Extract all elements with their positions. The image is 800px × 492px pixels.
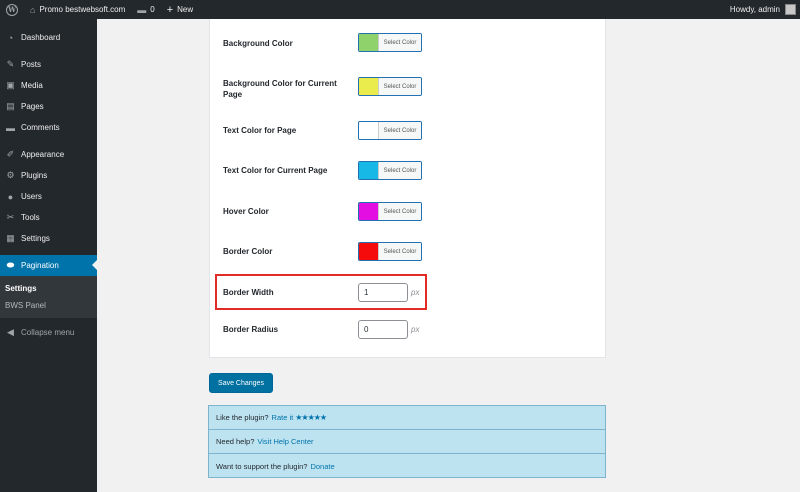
plugin-info-box: Like the plugin? Rate it ★★★★★ Need help… <box>208 405 606 478</box>
select-color-label: Select Color <box>378 203 421 220</box>
select-color-label: Select Color <box>378 162 421 179</box>
comments-link[interactable]: ▬ 0 <box>131 0 160 19</box>
site-name: Promo bestwebsoft.com <box>39 5 126 14</box>
select-color-label: Select Color <box>378 78 421 95</box>
sidebar-item-tools[interactable]: ✂ Tools <box>0 207 97 228</box>
collapse-label: Collapse menu <box>21 328 75 337</box>
sidebar-item-users[interactable]: ● Users <box>0 186 97 207</box>
color-swatch <box>359 203 378 220</box>
comment-bubble-icon: ▬ <box>137 4 147 15</box>
plugin-icon: ⚙ <box>6 170 15 180</box>
sidebar-item-label: Pages <box>21 102 44 111</box>
collapse-menu-button[interactable]: ◀ Collapse menu <box>0 322 97 343</box>
color-swatch <box>359 162 378 179</box>
sidebar-item-pages[interactable]: ▤ Pages <box>0 96 97 117</box>
comments-count: 0 <box>150 5 155 14</box>
donate-link[interactable]: Donate <box>310 462 334 471</box>
pin-icon: ✎ <box>6 59 15 69</box>
comment-icon: ▬ <box>6 122 15 133</box>
rating-stars[interactable]: ★★★★★ <box>295 413 327 422</box>
rate-row: Like the plugin? Rate it ★★★★★ <box>209 406 605 430</box>
background-color-current-picker[interactable]: Select Color <box>358 77 422 96</box>
home-icon: ⌂ <box>30 4 36 15</box>
brush-icon: ✐ <box>6 149 15 159</box>
sidebar-item-dashboard[interactable]: ◔ Dashboard <box>0 27 97 48</box>
sidebar-item-label: Tools <box>21 213 40 222</box>
site-name-link[interactable]: ⌂ Promo bestwebsoft.com <box>24 0 131 19</box>
sidebar-item-settings[interactable]: ▦ Settings <box>0 228 97 249</box>
border-color-picker[interactable]: Select Color <box>358 242 422 261</box>
color-swatch <box>359 122 378 139</box>
support-text: Want to support the plugin? <box>216 461 308 471</box>
highlight-box <box>215 274 427 310</box>
account-menu[interactable]: Howdy, admin <box>730 4 800 15</box>
sidebar-item-label: Appearance <box>21 150 65 159</box>
border-radius-label: Border Radius <box>223 325 279 334</box>
admin-bar: W ⌂ Promo bestwebsoft.com ▬ 0 + New Howd… <box>0 0 800 19</box>
sidebar-item-label: Plugins <box>21 171 48 180</box>
new-content-button[interactable]: + New <box>161 0 199 19</box>
color-swatch <box>359 78 378 95</box>
sidebar-item-posts[interactable]: ✎ Posts <box>0 54 97 75</box>
help-row: Need help? Visit Help Center <box>209 430 605 454</box>
support-row: Want to support the plugin? Donate <box>209 454 605 478</box>
select-color-label: Select Color <box>378 122 421 139</box>
background-color-current-label: Background Color for Current Page <box>223 79 337 99</box>
sidebar-item-comments[interactable]: ▬ Comments <box>0 117 97 138</box>
sidebar-item-appearance[interactable]: ✐ Appearance <box>0 144 97 165</box>
text-color-picker[interactable]: Select Color <box>358 121 422 140</box>
hover-color-label: Hover Color <box>223 207 269 216</box>
sidebar-item-label: Posts <box>21 60 42 69</box>
wrench-icon: ✂ <box>6 212 15 222</box>
color-swatch <box>359 34 378 51</box>
save-changes-button[interactable]: Save Changes <box>209 373 273 393</box>
admin-sidebar: ◔ Dashboard ✎ Posts ▣ Media ▤ Pages ▬ Co… <box>0 19 97 492</box>
sidebar-item-pagination[interactable]: ⬬ Pagination <box>0 255 97 276</box>
sidebar-item-label: Pagination <box>21 261 59 270</box>
rate-link[interactable]: Rate it <box>272 413 294 422</box>
select-color-label: Select Color <box>378 243 421 260</box>
rate-text: Like the plugin? <box>216 413 269 422</box>
dashboard-icon: ◔ <box>7 32 14 43</box>
collapse-icon: ◀ <box>7 327 14 337</box>
hover-color-picker[interactable]: Select Color <box>358 202 422 221</box>
sidebar-item-label: Media <box>21 81 43 90</box>
sidebar-item-label: Users <box>21 192 42 201</box>
submenu-item-settings[interactable]: Settings <box>0 280 97 297</box>
user-icon: ● <box>7 191 14 202</box>
pages-icon: ▤ <box>6 101 15 111</box>
sidebar-item-label: Dashboard <box>21 33 61 42</box>
border-color-label: Border Color <box>223 247 273 256</box>
avatar <box>785 4 796 15</box>
submenu-item-bws-panel[interactable]: BWS Panel <box>0 297 97 314</box>
text-color-label: Text Color for Page <box>223 126 297 135</box>
wordpress-icon: W <box>6 3 18 16</box>
wordpress-logo-button[interactable]: W <box>0 0 24 19</box>
text-color-current-label: Text Color for Current Page <box>223 166 328 175</box>
background-color-picker[interactable]: Select Color <box>358 33 422 52</box>
settings-icon: ▦ <box>6 233 15 243</box>
new-label: New <box>177 5 194 14</box>
sidebar-item-media[interactable]: ▣ Media <box>0 75 97 96</box>
background-color-label: Background Color <box>223 39 293 48</box>
border-radius-input[interactable]: 0 <box>358 320 408 339</box>
sidebar-item-label: Settings <box>21 234 50 243</box>
sidebar-item-plugins[interactable]: ⚙ Plugins <box>0 165 97 186</box>
toggle-icon: ⬬ <box>6 260 15 270</box>
pagination-submenu: Settings BWS Panel <box>0 276 97 318</box>
help-text: Need help? <box>216 437 255 446</box>
plus-icon: + <box>166 3 174 16</box>
help-center-link[interactable]: Visit Help Center <box>257 437 313 446</box>
select-color-label: Select Color <box>378 34 421 51</box>
media-icon: ▣ <box>6 80 15 90</box>
greeting: Howdy, admin <box>729 5 780 14</box>
color-swatch <box>359 243 378 260</box>
text-color-current-picker[interactable]: Select Color <box>358 161 422 180</box>
sidebar-item-label: Comments <box>21 123 60 132</box>
border-radius-unit: px <box>411 325 420 334</box>
